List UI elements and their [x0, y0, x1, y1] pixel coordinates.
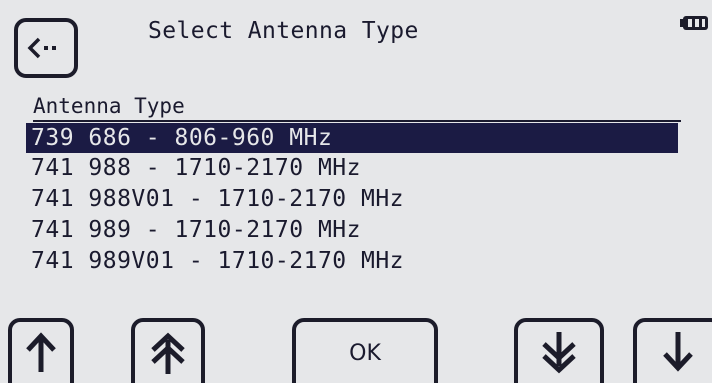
ok-button-label: OK: [349, 341, 381, 366]
antenna-list: 739 686 - 806-960 MHz 741 988 - 1710-217…: [26, 123, 678, 277]
scroll-down-button[interactable]: [633, 318, 712, 383]
arrow-down-icon: [663, 332, 693, 372]
arrow-up-icon: [26, 332, 56, 372]
scroll-up-button[interactable]: [8, 318, 74, 383]
double-arrow-up-icon: [151, 332, 185, 374]
page-down-button[interactable]: [514, 318, 604, 383]
select-antenna-screen: Select Antenna Type Antenna Type 739 686…: [0, 0, 712, 383]
header-divider: [33, 120, 681, 122]
page-up-button[interactable]: [131, 318, 205, 383]
double-arrow-down-icon: [542, 332, 576, 374]
battery-icon: [680, 16, 708, 30]
column-header-antenna-type: Antenna Type: [33, 94, 185, 118]
ok-button[interactable]: OK: [292, 318, 438, 383]
back-button[interactable]: [14, 18, 78, 78]
list-item[interactable]: 741 989V01 - 1710-2170 MHz: [26, 246, 678, 277]
list-item[interactable]: 741 989 - 1710-2170 MHz: [26, 215, 678, 246]
back-arrow-icon: [27, 37, 56, 59]
list-item[interactable]: 741 988 - 1710-2170 MHz: [26, 153, 678, 184]
page-title: Select Antenna Type: [148, 18, 419, 44]
list-item[interactable]: 739 686 - 806-960 MHz: [26, 123, 678, 153]
list-item[interactable]: 741 988V01 - 1710-2170 MHz: [26, 184, 678, 215]
